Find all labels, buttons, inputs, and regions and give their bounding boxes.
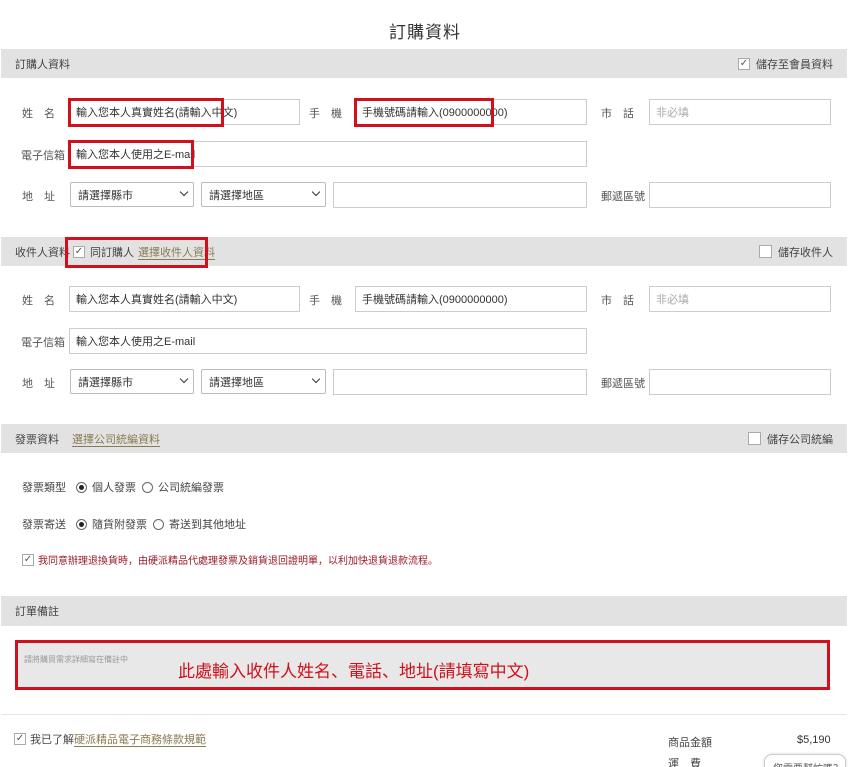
checkmark-icon: ✓ bbox=[738, 57, 750, 70]
divider bbox=[1, 714, 847, 715]
save-member-checkbox[interactable]: ✓ 儲存至會員資料 bbox=[738, 56, 833, 72]
recipient-district-select[interactable]: 請選擇地區 bbox=[201, 369, 326, 394]
recipient-zip-input[interactable] bbox=[649, 369, 831, 395]
buyer-district-value: 請選擇地區 bbox=[209, 189, 264, 202]
invoice-type-company-radio[interactable]: 公司統編發票 bbox=[142, 479, 224, 495]
buyer-city-value: 請選擇縣市 bbox=[78, 189, 133, 202]
terms-agree-checkbox[interactable]: ✓ 我已了解 硬派精品電子商務條款規範 bbox=[14, 731, 206, 747]
recipient-city-select[interactable]: 請選擇縣市 bbox=[70, 369, 194, 394]
invoice-section-title: 發票資料 bbox=[15, 433, 59, 446]
order-note-header: 訂單備註 bbox=[1, 596, 847, 626]
invoice-delivery-label: 發票寄送 bbox=[22, 519, 66, 531]
help-chat-button[interactable]: 您需要幫忙嗎？ bbox=[764, 754, 846, 767]
invoice-type-row: 發票類型 個人發票 公司統編發票 bbox=[22, 479, 224, 495]
choose-company-link[interactable]: 選擇公司統編資料 bbox=[72, 431, 160, 447]
buyer-zip-input[interactable] bbox=[649, 182, 831, 208]
chevron-down-icon bbox=[311, 187, 321, 197]
terms-agree-prefix: 我已了解 bbox=[30, 734, 74, 746]
checkbox-empty-icon bbox=[759, 245, 772, 258]
recipient-mobile-label: 手 機 bbox=[309, 295, 342, 307]
recipient-tel-input[interactable]: 非必填 bbox=[649, 286, 831, 312]
radio-selected-icon bbox=[76, 518, 87, 530]
buyer-section-title: 訂購人資料 bbox=[15, 58, 70, 71]
radio-empty-icon bbox=[142, 481, 153, 493]
highlight-box bbox=[68, 140, 194, 169]
checkmark-icon: ✓ bbox=[22, 553, 34, 566]
save-recipient-label: 儲存收件人 bbox=[778, 246, 833, 259]
subtotal-value: $5,190 bbox=[797, 734, 831, 746]
highlight-box bbox=[68, 98, 224, 127]
invoice-section-header: 發票資料 選擇公司統編資料 儲存公司統編 bbox=[1, 424, 847, 453]
radio-empty-icon bbox=[153, 518, 164, 530]
recipient-name-label: 姓 名 bbox=[22, 295, 55, 307]
buyer-email-label: 電子信箱 bbox=[21, 150, 65, 162]
shipping-label: 運 費 bbox=[668, 758, 701, 767]
delivery-other-label: 寄送到其他地址 bbox=[169, 519, 246, 531]
recipient-section-title: 收件人資料 bbox=[15, 246, 70, 259]
buyer-address-input[interactable] bbox=[333, 182, 587, 208]
recipient-city-value: 請選擇縣市 bbox=[78, 376, 133, 389]
buyer-tel-input[interactable]: 非必填 bbox=[649, 99, 831, 125]
chevron-down-icon bbox=[179, 374, 189, 384]
invoice-type-label: 發票類型 bbox=[22, 482, 66, 494]
recipient-address-label: 地 址 bbox=[22, 378, 55, 390]
delivery-with-goods-radio[interactable]: 隨貨附發票 bbox=[76, 516, 147, 532]
recipient-district-value: 請選擇地區 bbox=[209, 376, 264, 389]
highlight-box bbox=[354, 98, 494, 127]
recipient-zip-label: 郵遞區號 bbox=[601, 378, 645, 390]
highlight-box bbox=[65, 237, 208, 268]
buyer-name-label: 姓 名 bbox=[22, 108, 55, 120]
invoice-type-personal-radio[interactable]: 個人發票 bbox=[76, 479, 136, 495]
page-title: 訂購資料 bbox=[389, 23, 461, 42]
save-recipient-checkbox[interactable]: 儲存收件人 bbox=[759, 244, 833, 260]
terms-link[interactable]: 硬派精品電子商務條款規範 bbox=[74, 731, 206, 747]
order-note-annotation: 此處輸入收件人姓名、電話、地址(請填寫中文) bbox=[178, 662, 530, 681]
invoice-delivery-row: 發票寄送 隨貨附發票 寄送到其他地址 bbox=[22, 516, 246, 532]
invoice-agree-checkbox[interactable]: ✓ 我同意辦理退換貨時，由硬派精品代處理發票及銷貨退回證明單，以利加快退貨退款流… bbox=[22, 552, 438, 567]
recipient-address-input[interactable] bbox=[333, 369, 587, 395]
recipient-email-label: 電子信箱 bbox=[21, 337, 65, 349]
buyer-district-select[interactable]: 請選擇地區 bbox=[201, 182, 326, 207]
buyer-mobile-label: 手 機 bbox=[309, 108, 342, 120]
order-note-placeholder: 請將購買需求詳細寫在備註中 bbox=[24, 655, 128, 664]
recipient-email-input[interactable]: 輸入您本人使用之E-mail bbox=[69, 328, 587, 354]
radio-selected-icon bbox=[76, 481, 87, 493]
delivery-with-goods-label: 隨貨附發票 bbox=[92, 519, 147, 531]
recipient-mobile-input[interactable]: 手機號碼請輸入(0900000000) bbox=[355, 286, 587, 312]
buyer-city-select[interactable]: 請選擇縣市 bbox=[70, 182, 194, 207]
checkmark-icon: ✓ bbox=[14, 733, 26, 745]
subtotal-label: 商品金額 bbox=[668, 737, 712, 749]
buyer-tel-label: 市 話 bbox=[601, 108, 634, 120]
recipient-name-input[interactable]: 輸入您本人真實姓名(請輸入中文) bbox=[69, 286, 300, 312]
buyer-address-label: 地 址 bbox=[22, 191, 55, 203]
chevron-down-icon bbox=[179, 187, 189, 197]
invoice-type-personal-label: 個人發票 bbox=[92, 482, 136, 494]
buyer-section-header: 訂購人資料 ✓ 儲存至會員資料 bbox=[1, 49, 847, 78]
buyer-zip-label: 郵遞區號 bbox=[601, 191, 645, 203]
save-company-checkbox[interactable]: 儲存公司統編 bbox=[748, 431, 833, 447]
invoice-agree-text: 我同意辦理退換貨時，由硬派精品代處理發票及銷貨退回證明單，以利加快退貨退款流程。 bbox=[38, 556, 438, 567]
invoice-type-company-label: 公司統編發票 bbox=[158, 482, 224, 494]
order-note-textarea[interactable]: 請將購買需求詳細寫在備註中 此處輸入收件人姓名、電話、地址(請填寫中文) bbox=[15, 640, 830, 690]
recipient-tel-label: 市 話 bbox=[601, 295, 634, 307]
delivery-other-radio[interactable]: 寄送到其他地址 bbox=[153, 516, 246, 532]
checkbox-empty-icon bbox=[748, 432, 761, 445]
order-note-title: 訂單備註 bbox=[15, 606, 59, 618]
save-member-label: 儲存至會員資料 bbox=[756, 58, 833, 71]
chevron-down-icon bbox=[311, 374, 321, 384]
save-company-label: 儲存公司統編 bbox=[767, 433, 833, 446]
